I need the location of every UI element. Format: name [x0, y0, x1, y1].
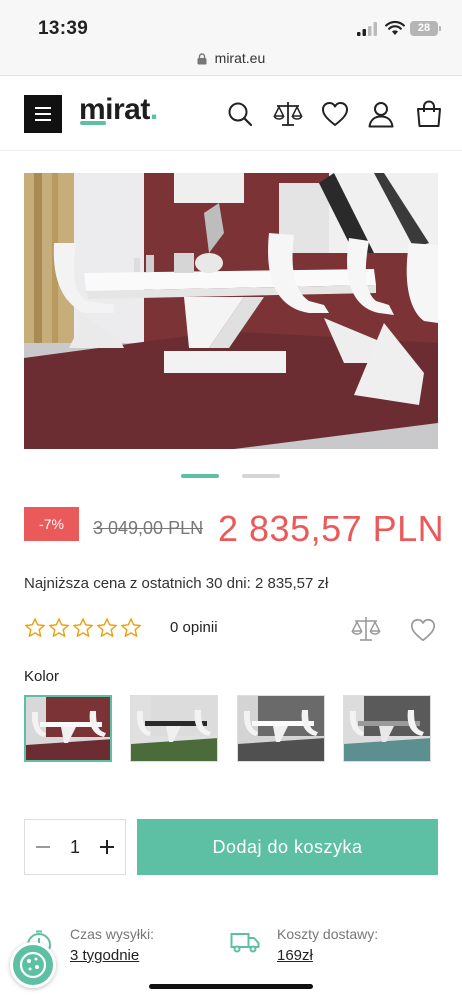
- color-option-white-grey[interactable]: [237, 695, 325, 762]
- shipping-cost-link[interactable]: 169zł: [277, 947, 313, 964]
- add-to-cart-button[interactable]: Dodaj do koszyka: [137, 819, 438, 875]
- quantity-value[interactable]: 1: [70, 837, 80, 858]
- bag-icon[interactable]: [414, 99, 444, 129]
- delivery-truck-icon: [230, 933, 260, 953]
- color-option-grey-teal[interactable]: [343, 695, 431, 762]
- slider-dot-active[interactable]: [181, 474, 219, 478]
- color-option-black-green[interactable]: [130, 695, 218, 762]
- logo-underline: [80, 121, 106, 125]
- star-icon[interactable]: [72, 617, 94, 639]
- wishlist-heart-icon[interactable]: [408, 616, 438, 644]
- current-price: 2 835,57 PLN: [218, 508, 445, 549]
- search-icon[interactable]: [225, 99, 255, 129]
- user-icon[interactable]: [366, 99, 396, 129]
- product-image[interactable]: [24, 173, 438, 449]
- compare-icon[interactable]: [350, 614, 382, 644]
- opinions-count[interactable]: 0 opinii: [170, 619, 218, 636]
- heart-icon[interactable]: [320, 99, 350, 129]
- shipping-time-link[interactable]: 3 tygodnie: [70, 947, 139, 964]
- signal-icon: [357, 22, 377, 36]
- swatch-image: [344, 696, 430, 761]
- star-icon[interactable]: [96, 617, 118, 639]
- site-header: mirat.: [0, 77, 462, 151]
- increase-quantity-button[interactable]: [99, 839, 115, 855]
- menu-icon-line: [35, 113, 51, 115]
- battery-indicator: 28: [410, 21, 441, 36]
- url-text: mirat.eu: [214, 50, 266, 66]
- swatch-image: [238, 696, 324, 761]
- compare-icon[interactable]: [273, 99, 303, 129]
- logo-dot: .: [149, 93, 158, 126]
- rating-stars[interactable]: [24, 614, 142, 642]
- wifi-icon: [385, 20, 405, 35]
- swatch-image: [131, 696, 217, 761]
- lowest-price-note: Najniższa cena z ostatnich 30 dni: 2 835…: [24, 575, 329, 592]
- color-option-white-red[interactable]: [24, 695, 112, 762]
- slider-dots: [0, 474, 462, 478]
- menu-button[interactable]: [24, 95, 62, 133]
- menu-icon-line: [35, 107, 51, 109]
- menu-icon-line: [35, 119, 51, 121]
- swatch-image: [26, 697, 110, 760]
- product-photo: [24, 173, 438, 449]
- quantity-stepper: 1: [24, 819, 126, 875]
- lock-icon: [197, 53, 207, 65]
- old-price: 3 049,00 PLN: [93, 518, 204, 538]
- cookie-settings-button[interactable]: [10, 942, 56, 988]
- home-indicator: [149, 984, 313, 989]
- color-label: Kolor: [24, 668, 60, 685]
- address-bar[interactable]: mirat.eu: [0, 46, 462, 76]
- status-time: 13:39: [38, 18, 89, 39]
- star-icon[interactable]: [120, 617, 142, 639]
- shipping-cost-label: Koszty dostawy:: [277, 926, 379, 942]
- status-bar: 13:39 28: [0, 0, 462, 46]
- cookie-icon: [19, 951, 47, 979]
- star-icon[interactable]: [24, 617, 46, 639]
- decrease-quantity-button[interactable]: [35, 839, 51, 855]
- discount-badge: -7%: [24, 507, 79, 541]
- slider-dot[interactable]: [242, 474, 280, 478]
- star-icon[interactable]: [48, 617, 70, 639]
- shipping-time-label: Czas wysyłki:: [70, 926, 155, 942]
